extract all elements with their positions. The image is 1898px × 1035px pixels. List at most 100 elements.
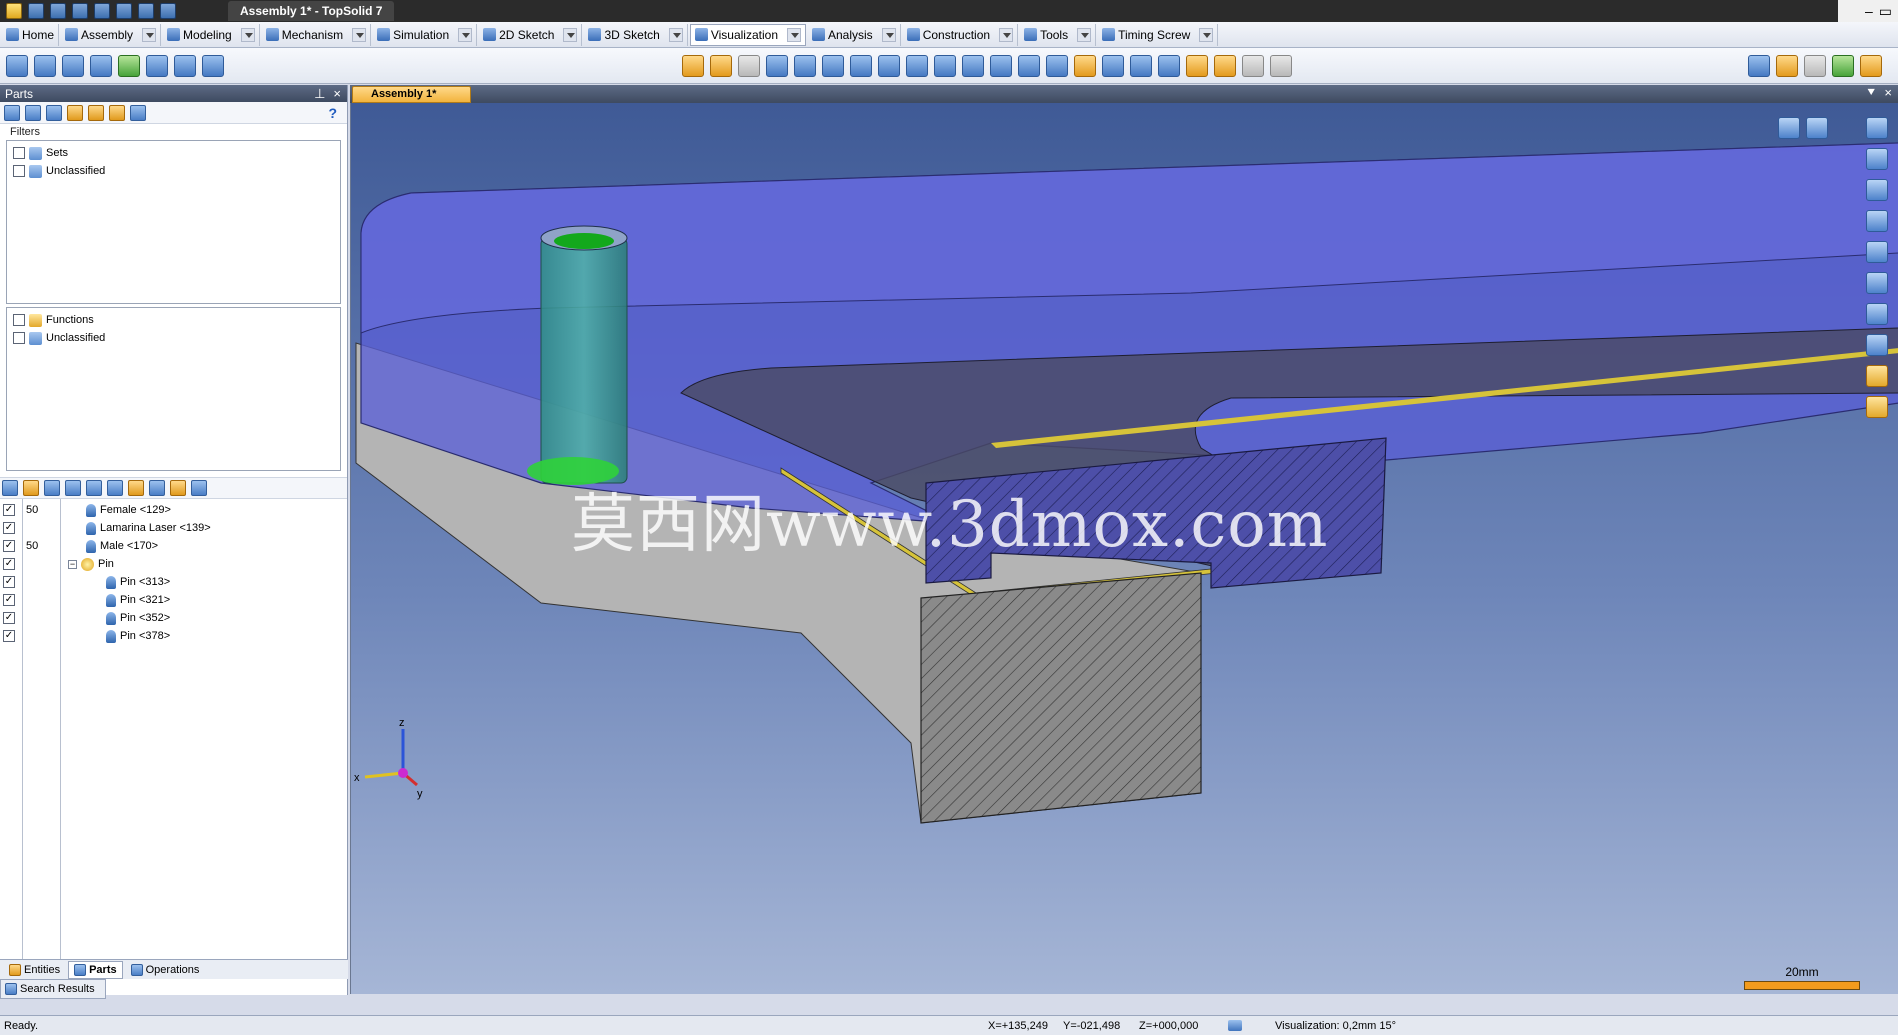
cut-view-icon[interactable]: [1158, 55, 1180, 77]
table-row[interactable]: ✓ 50 Female <129>: [0, 501, 347, 519]
hide-icon[interactable]: [44, 480, 60, 496]
grid-icon[interactable]: [934, 55, 956, 77]
tab-construction[interactable]: Construction: [903, 23, 1019, 46]
columns-icon[interactable]: [130, 104, 146, 121]
list-icon[interactable]: [906, 55, 928, 77]
tree-item[interactable]: Pin <313>: [106, 575, 170, 589]
chevron-down-icon[interactable]: [881, 27, 896, 42]
chevron-down-icon[interactable]: [668, 27, 683, 42]
pan-icon[interactable]: [1866, 117, 1888, 139]
tab-mechanism[interactable]: Mechanism: [262, 23, 372, 46]
cube-right-icon[interactable]: [1018, 55, 1040, 77]
view-search-icon[interactable]: [1806, 117, 1828, 139]
undo-icon[interactable]: [94, 3, 110, 19]
minimize-button[interactable]: –: [1865, 3, 1873, 19]
table-row[interactable]: ✓ Pin <378>: [0, 627, 347, 645]
tab-timing-screw[interactable]: Timing Screw: [1098, 23, 1219, 46]
hierarchy-icon[interactable]: [46, 104, 62, 121]
cube-iso-icon[interactable]: [1046, 55, 1068, 77]
tree-item[interactable]: Pin <321>: [106, 593, 170, 607]
palette-icon[interactable]: [1866, 365, 1888, 387]
filter-item[interactable]: Sets: [9, 144, 338, 162]
chevron-down-icon[interactable]: [142, 27, 157, 42]
camera-icon[interactable]: [146, 55, 168, 77]
checkbox[interactable]: [13, 332, 25, 344]
tab-assembly[interactable]: Assembly: [61, 23, 162, 46]
binoculars-icon[interactable]: [34, 55, 56, 77]
search-results-tab[interactable]: Search Results: [0, 979, 106, 999]
table-row[interactable]: ✓ Pin <321>: [0, 591, 347, 609]
3d-viewport[interactable]: 莫西网www.3dmox.com z x y 20mm: [350, 103, 1898, 994]
tab-3d-sketch[interactable]: 3D Sketch: [584, 23, 688, 46]
find-icon[interactable]: [62, 55, 84, 77]
sieve-icon[interactable]: [1804, 55, 1826, 77]
fly-icon[interactable]: [1866, 210, 1888, 232]
pin-icon[interactable]: ⊥: [314, 86, 325, 102]
save-all-icon[interactable]: [50, 3, 66, 19]
redo-icon[interactable]: [116, 3, 132, 19]
table-row[interactable]: ✓ − Pin: [0, 555, 347, 573]
shade-icon[interactable]: [710, 55, 732, 77]
pen-icon[interactable]: [138, 3, 154, 19]
light-icon[interactable]: [1776, 55, 1798, 77]
sort-icon[interactable]: [128, 480, 144, 496]
checkbox[interactable]: [13, 165, 25, 177]
magnify-icon[interactable]: [109, 104, 125, 121]
print-view-icon[interactable]: [174, 55, 196, 77]
tab-parts[interactable]: Parts: [68, 960, 123, 979]
palette-icon[interactable]: [1074, 55, 1096, 77]
chevron-down-icon[interactable]: ⯆: [1866, 85, 1876, 101]
tab-analysis[interactable]: Analysis: [808, 23, 901, 46]
table-row[interactable]: ✓ 50 Male <170>: [0, 537, 347, 555]
tab-tools[interactable]: Tools: [1020, 23, 1097, 46]
rotate-icon[interactable]: [1866, 148, 1888, 170]
display-icon[interactable]: [850, 55, 872, 77]
box-icon[interactable]: [1748, 55, 1770, 77]
chevron-down-icon[interactable]: [458, 27, 473, 42]
checkbox[interactable]: [13, 147, 25, 159]
chevron-down-icon[interactable]: [1199, 27, 1214, 42]
tab-operations[interactable]: Operations: [125, 961, 206, 979]
color-icon[interactable]: [23, 480, 39, 496]
tree-item[interactable]: Pin <378>: [106, 629, 170, 643]
close-icon[interactable]: ×: [1884, 85, 1892, 101]
chevron-down-icon[interactable]: [787, 27, 801, 42]
camera-orbit-icon[interactable]: [1866, 179, 1888, 201]
table-row[interactable]: ✓ Pin <352>: [0, 609, 347, 627]
hidden-lines-icon[interactable]: [794, 55, 816, 77]
layers-icon[interactable]: [6, 55, 28, 77]
properties-icon[interactable]: [170, 480, 186, 496]
tool-a-icon[interactable]: [1186, 55, 1208, 77]
link-icon[interactable]: [25, 104, 41, 121]
visibility-checkbox[interactable]: ✓: [3, 558, 15, 570]
filter-item[interactable]: Functions: [9, 311, 338, 329]
transparency-icon[interactable]: [878, 55, 900, 77]
folder-open-icon[interactable]: [88, 104, 104, 121]
close-icon[interactable]: ×: [333, 86, 341, 102]
walk-icon[interactable]: [202, 55, 224, 77]
funnel-icon[interactable]: [1130, 55, 1152, 77]
tab-modeling[interactable]: Modeling: [163, 23, 260, 46]
chevron-down-icon[interactable]: [240, 27, 255, 42]
wireframe-icon[interactable]: [738, 55, 760, 77]
zoom-icon[interactable]: [1866, 303, 1888, 325]
chevron-down-icon[interactable]: [563, 27, 578, 42]
explode-icon[interactable]: [822, 55, 844, 77]
isolate-icon[interactable]: [107, 480, 123, 496]
chevron-down-icon[interactable]: [1077, 27, 1092, 42]
section-icon[interactable]: [766, 55, 788, 77]
tree-view-icon[interactable]: [4, 104, 20, 121]
chevron-down-icon[interactable]: [352, 27, 367, 42]
document-tab-assembly[interactable]: Assembly 1*: [352, 86, 472, 103]
visibility-checkbox[interactable]: ✓: [3, 540, 15, 552]
visibility-checkbox[interactable]: ✓: [3, 612, 15, 624]
print-icon[interactable]: [72, 3, 88, 19]
tree-item[interactable]: Lamarina Laser <139>: [86, 521, 211, 535]
sort-alpha-icon[interactable]: [149, 480, 165, 496]
tab-entities[interactable]: Entities: [3, 961, 66, 979]
table-row[interactable]: ✓ Pin <313>: [0, 573, 347, 591]
folder-icon[interactable]: [67, 104, 83, 121]
app-icon[interactable]: [6, 3, 22, 19]
tab-2d-sketch[interactable]: 2D Sketch: [479, 23, 583, 46]
fit-icon[interactable]: [1866, 334, 1888, 356]
